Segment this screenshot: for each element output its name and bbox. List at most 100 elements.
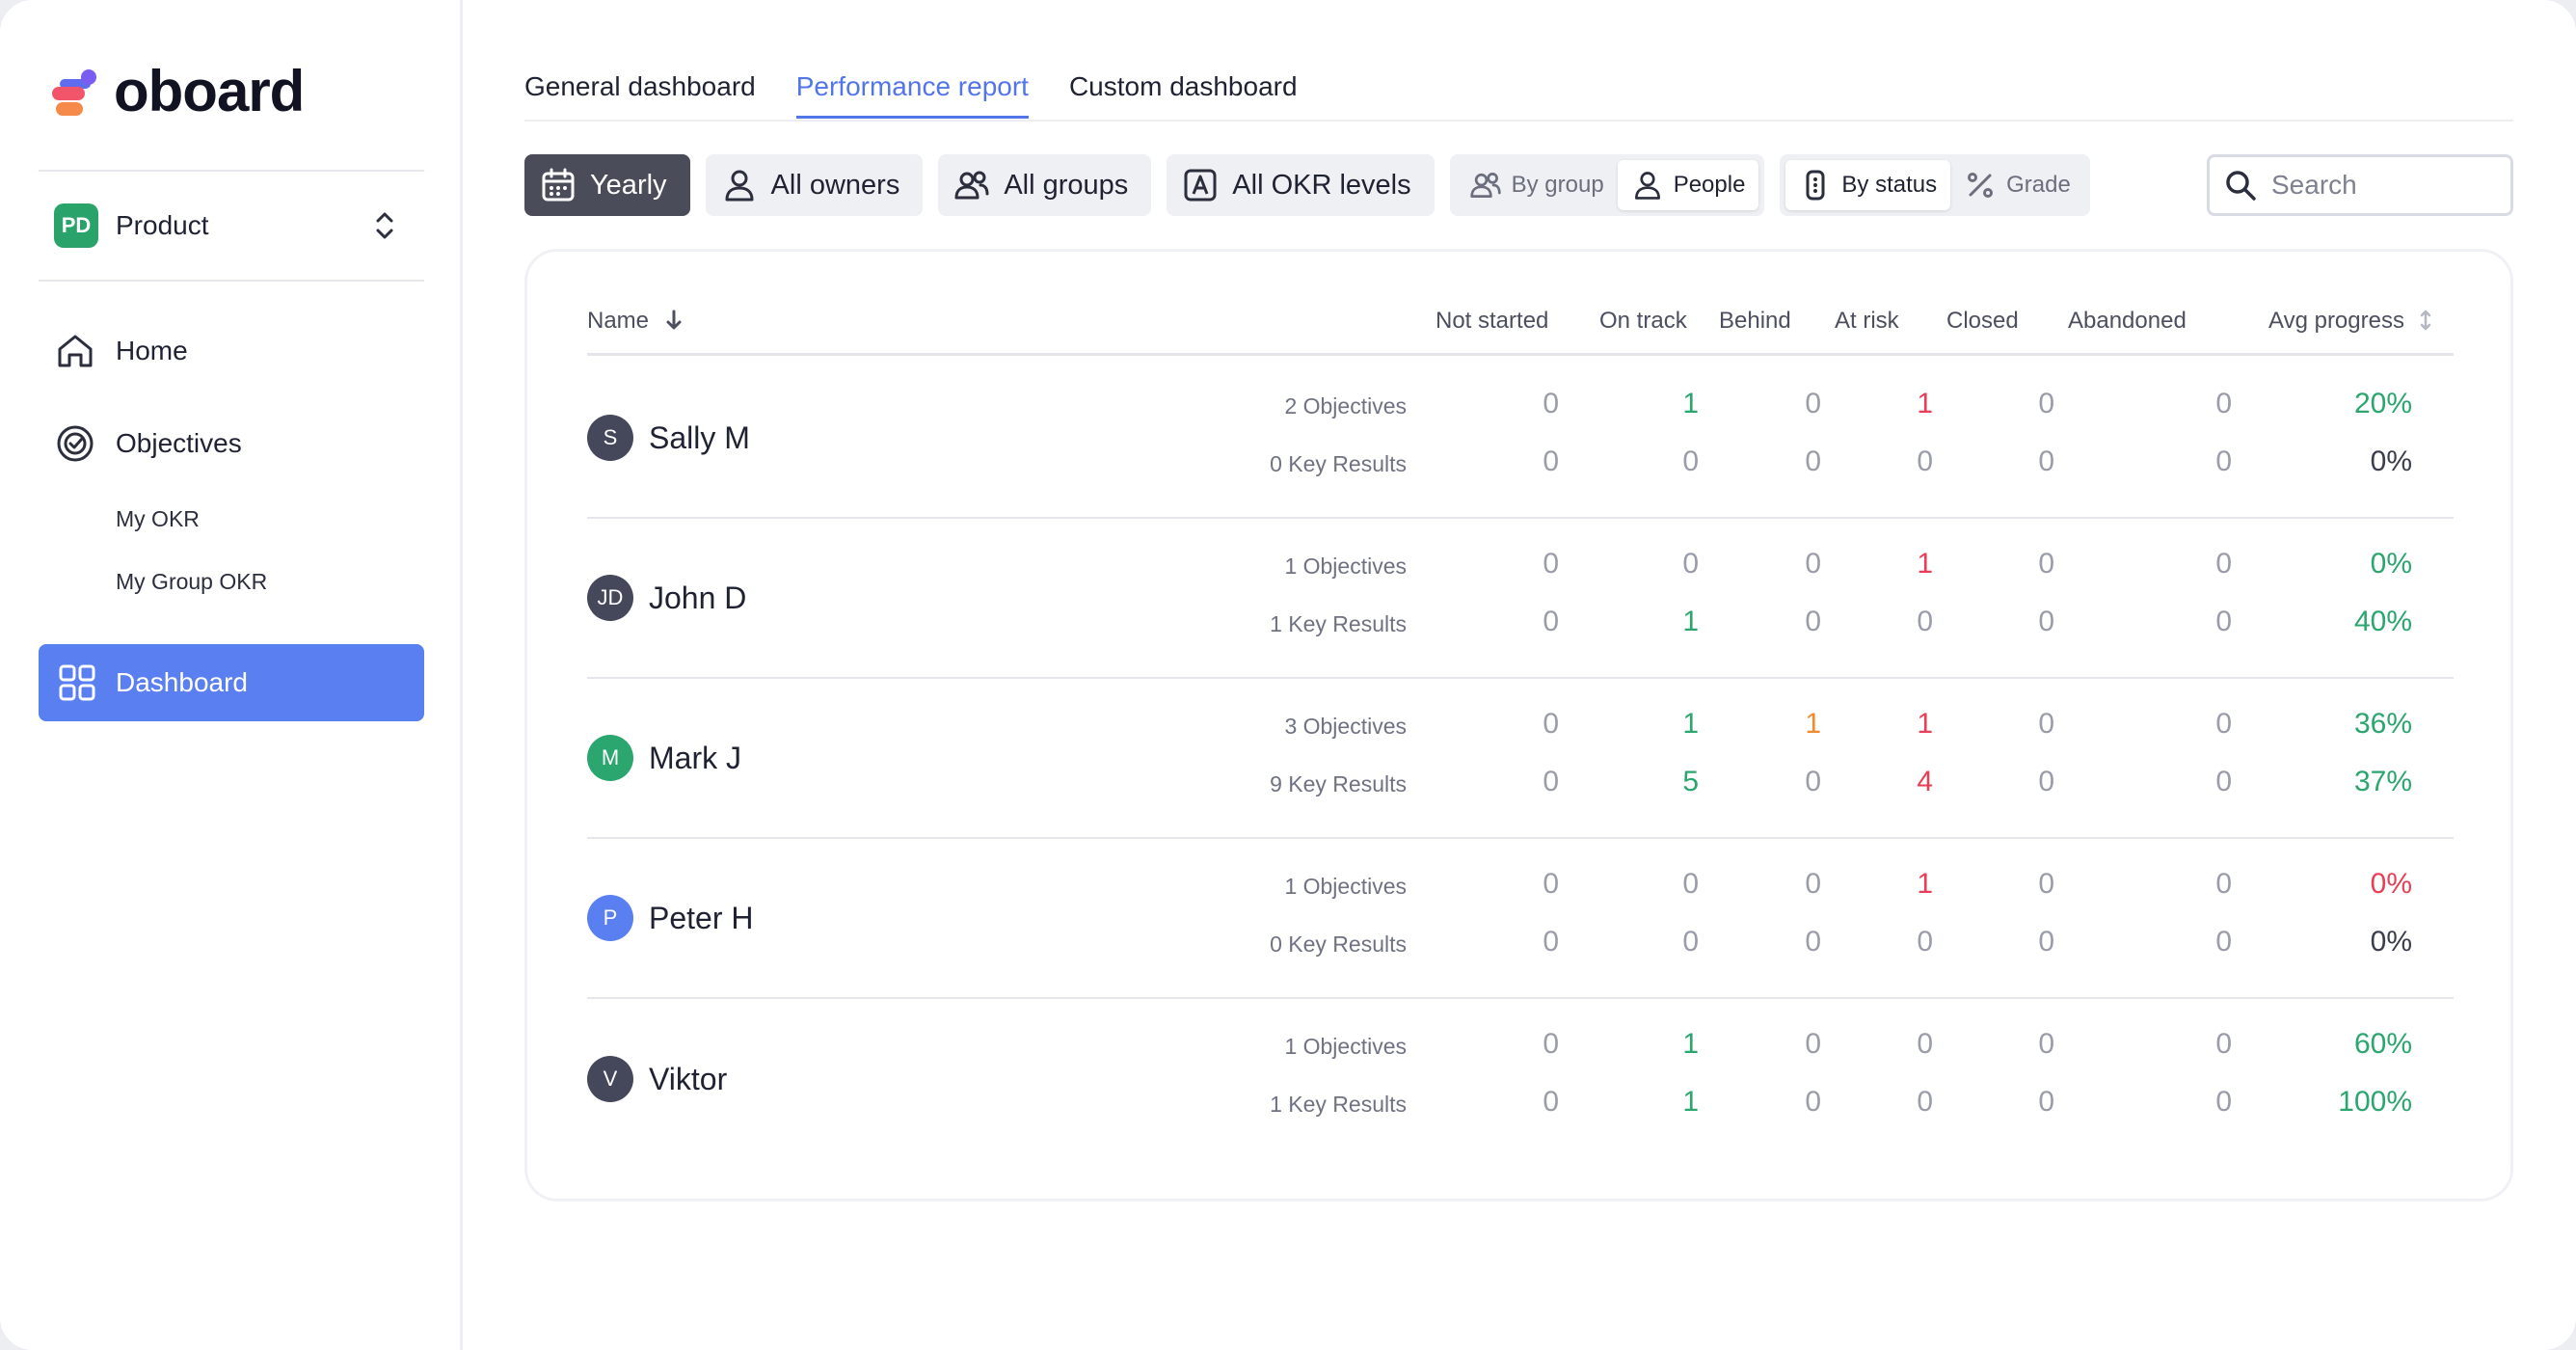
target-icon: [57, 425, 94, 462]
sidebar-item-objectives[interactable]: Objectives: [54, 420, 242, 467]
column-header-on-track[interactable]: On track: [1599, 308, 1687, 335]
period-filter-button[interactable]: Yearly: [524, 154, 690, 216]
workspace-name: Product: [116, 210, 209, 240]
tab-custom-dashboard[interactable]: Custom dashboard: [1069, 71, 1298, 119]
column-header-abandoned[interactable]: Abandoned: [2068, 308, 2187, 335]
status-count-cell: 0: [2215, 606, 2232, 637]
status-count-cell: 0: [1543, 1028, 1559, 1060]
status-count-cell: 0: [2215, 708, 2232, 740]
status-count-cell: 0: [2038, 446, 2054, 477]
groups-filter-button[interactable]: All groups: [938, 154, 1152, 216]
status-count-cell: 1: [1917, 388, 1933, 419]
status-traffic-icon: [1806, 170, 1825, 201]
status-count-cell: 1: [1682, 606, 1699, 637]
status-count-cell: 1: [1805, 708, 1821, 740]
objectives-count-label: 3 Objectives: [1284, 714, 1407, 739]
logo-mark-icon: [52, 66, 102, 118]
sidebar-item-dashboard[interactable]: Dashboard: [39, 644, 424, 721]
table-row[interactable]: JD John D 1 Objectives 0 0 0 1 0 0 0% 1 Key Result…: [587, 519, 2454, 679]
grade-option[interactable]: Grade: [1950, 160, 2084, 210]
person-cell: V Viktor: [587, 1056, 727, 1102]
status-count-cell: 0: [1917, 1028, 1933, 1060]
status-count-cell: 0: [2038, 606, 2054, 637]
person-name: Mark J: [649, 740, 741, 775]
tab-general-dashboard[interactable]: General dashboard: [524, 71, 756, 119]
tab-performance-report[interactable]: Performance report: [795, 71, 1029, 119]
logo[interactable]: oboard: [52, 58, 305, 124]
column-header-name[interactable]: Name: [587, 308, 683, 335]
table-row[interactable]: V Viktor 1 Objectives 0 1 0 0 0 0 60% 1 Key Result…: [587, 999, 2454, 1159]
column-header-behind[interactable]: Behind: [1719, 308, 1791, 335]
status-count-cell: 0: [1682, 548, 1699, 580]
status-count-cell: 1: [1917, 868, 1933, 900]
status-count-cell: 5: [1682, 766, 1699, 797]
status-count-cell: 0: [1543, 708, 1559, 740]
table-row[interactable]: M Mark J 3 Objectives 0 1 1 1 0 0 36% 9 Key Result…: [587, 679, 2454, 839]
status-count-cell: 0: [2038, 708, 2054, 740]
avg-progress-cell: 40%: [2353, 606, 2412, 637]
person-name: John D: [649, 580, 747, 615]
person-cell: JD John D: [587, 575, 746, 621]
by-status-label: By status: [1841, 172, 1938, 198]
status-count-cell: 0: [1543, 388, 1559, 419]
key-results-count-label: 1 Key Results: [1270, 1092, 1407, 1117]
column-header-not-started[interactable]: Not started: [1436, 308, 1548, 335]
status-count-cell: 4: [1917, 766, 1933, 797]
sidebar: oboard PD Product Home Objectives My OKR…: [0, 0, 463, 1350]
status-count-cell: 0: [1805, 606, 1821, 637]
avatar: JD: [587, 575, 633, 621]
column-header-at-risk[interactable]: At risk: [1835, 308, 1899, 335]
sidebar-subitem-my-okr[interactable]: My OKR: [116, 506, 200, 532]
status-count-cell: 0: [2038, 868, 2054, 900]
sidebar-item-label: Objectives: [116, 428, 242, 458]
workspace-badge: PD: [54, 203, 98, 248]
status-count-cell: 0: [1543, 766, 1559, 797]
avg-progress-cell: 0%: [2370, 446, 2412, 477]
status-count-cell: 0: [1682, 446, 1699, 477]
status-count-cell: 1: [1682, 388, 1699, 419]
status-count-cell: 0: [1543, 548, 1559, 580]
home-icon: [58, 335, 93, 367]
status-count-cell: 1: [1917, 548, 1933, 580]
search-box[interactable]: [2207, 154, 2513, 216]
status-count-cell: 0: [2038, 1028, 2054, 1060]
status-count-cell: 0: [2215, 1086, 2232, 1118]
period-filter-label: Yearly: [590, 169, 667, 201]
search-input[interactable]: [2271, 170, 2503, 201]
column-header-avg-progress-label: Avg progress: [2268, 308, 2404, 334]
tab-bar: General dashboard Performance report Cus…: [524, 71, 1338, 119]
view-by-group-option[interactable]: By group: [1456, 160, 1618, 210]
table-row[interactable]: S Sally M 2 Objectives 0 1 0 1 0 0 20% 0 Key Resul…: [587, 359, 2454, 519]
sidebar-item-label: Dashboard: [116, 667, 248, 697]
view-people-label: People: [1673, 172, 1746, 198]
column-header-avg-progress[interactable]: Avg progress: [2268, 308, 2432, 335]
status-count-cell: 0: [1805, 1086, 1821, 1118]
owners-filter-button[interactable]: All owners: [705, 154, 924, 216]
status-count-cell: 0: [1543, 606, 1559, 637]
sidebar-subitem-my-group-okr[interactable]: My Group OKR: [116, 569, 267, 595]
avatar: M: [587, 735, 633, 781]
workspace-selector[interactable]: PD Product: [54, 202, 409, 249]
status-count-cell: 0: [1917, 446, 1933, 477]
column-header-closed[interactable]: Closed: [1946, 308, 2019, 335]
avg-progress-cell: 100%: [2338, 1086, 2412, 1118]
person-name: Viktor: [649, 1061, 728, 1096]
status-count-cell: 0: [1805, 388, 1821, 419]
okr-levels-filter-label: All OKR levels: [1232, 169, 1411, 201]
by-status-option[interactable]: By status: [1785, 160, 1951, 210]
view-people-option[interactable]: People: [1617, 160, 1759, 210]
okr-levels-filter-button[interactable]: All OKR levels: [1167, 154, 1435, 216]
avg-progress-cell: 36%: [2353, 708, 2412, 740]
metric-toggle: By status Grade: [1780, 154, 2090, 216]
sidebar-item-label: Home: [116, 336, 188, 365]
avatar: P: [587, 895, 633, 941]
key-results-count-label: 0 Key Results: [1270, 451, 1407, 476]
status-count-cell: 0: [2215, 766, 2232, 797]
status-count-cell: 1: [1917, 708, 1933, 740]
avatar: V: [587, 1056, 633, 1102]
performance-table-card: Name Not started On track Behind At risk…: [524, 249, 2513, 1202]
sidebar-item-home[interactable]: Home: [54, 328, 188, 374]
table-row[interactable]: P Peter H 1 Objectives 0 0 0 1 0 0 0% 0 Key Result…: [587, 839, 2454, 999]
status-count-cell: 0: [1682, 926, 1699, 958]
status-count-cell: 0: [2038, 926, 2054, 958]
